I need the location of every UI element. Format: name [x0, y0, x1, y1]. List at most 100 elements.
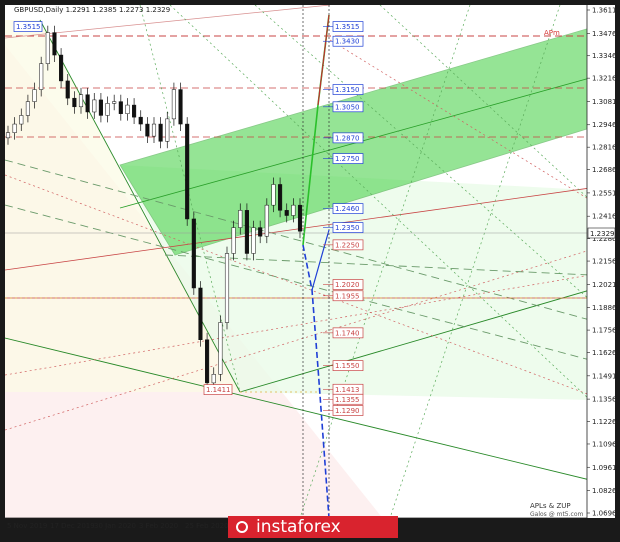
candle-body — [238, 210, 243, 228]
candle-body — [125, 104, 130, 114]
level-tag-label: 1.3050 — [335, 103, 360, 111]
y-tick-label: 1.1226 — [592, 418, 617, 426]
y-tick-label: 1.2686 — [592, 166, 617, 174]
banner-text: instaforex — [256, 517, 341, 537]
y-tick-label: 1.2551 — [592, 189, 617, 197]
y-tick-label: 1.2816 — [592, 144, 617, 152]
x-tick-label: 5 Nov 2019 — [7, 522, 47, 530]
level-tag-label: 1.3430 — [335, 38, 360, 46]
candle-body — [72, 97, 77, 108]
candle-body — [19, 115, 24, 125]
candle-body — [158, 123, 163, 142]
x-tick-label: 3 Feb 2020 — [139, 522, 178, 530]
apm-label: APm — [544, 29, 560, 37]
y-tick-label: 1.2021 — [592, 281, 617, 289]
y-tick-label: 1.2156 — [592, 258, 617, 266]
candle-body — [258, 227, 263, 237]
y-tick-label: 1.2946 — [592, 121, 617, 129]
candle-body — [191, 218, 196, 289]
candle-body — [39, 63, 44, 90]
level-tag-label: 1.1740 — [335, 329, 360, 337]
candle-body — [52, 32, 57, 56]
candle-body — [205, 339, 210, 384]
y-tick-label: 1.3476 — [592, 30, 617, 38]
candle-body — [45, 32, 50, 64]
level-tag-label: 1.2460 — [335, 205, 360, 213]
candle-body — [138, 116, 143, 125]
level-tag-label: 1.1290 — [335, 407, 360, 415]
x-ticks-group: 5 Nov 2019 17 Dec 2019 30 Jan 2020 3 Feb 20… — [7, 522, 229, 530]
candle-body — [171, 89, 176, 120]
candle-body — [98, 99, 103, 116]
y-tick-label: 1.3081 — [592, 98, 617, 106]
candle-body — [244, 210, 249, 254]
candle-body — [211, 374, 216, 384]
candle-body — [92, 99, 97, 113]
candle-body — [291, 204, 296, 216]
candle-body — [218, 322, 223, 375]
x-tick-label: 17 Dec 2019 — [50, 522, 95, 530]
level-tag-label: 1.1355 — [335, 396, 360, 404]
candle-body — [231, 227, 236, 254]
y-tick-label: 1.1756 — [592, 327, 617, 335]
level-tag-label: 1.1550 — [335, 362, 360, 370]
y-tick-label: 1.1096 — [592, 440, 617, 448]
candle-body — [284, 210, 289, 216]
level-tag-label: 1.2870 — [335, 134, 360, 142]
high-tag-label: 1.3515 — [16, 23, 41, 31]
symbol-header: GBPUSD,Daily 1.2291 1.2385 1.2273 1.2329 — [14, 6, 170, 14]
candle-body — [112, 101, 117, 104]
y-tick-label: 1.2416 — [592, 213, 617, 221]
candle-body — [12, 123, 17, 133]
x-tick-label: 30 Jan 2020 — [94, 522, 136, 530]
candle-body — [264, 204, 269, 237]
y-tick-label: 1.0961 — [592, 464, 617, 472]
level-tag-label: 1.2020 — [335, 281, 360, 289]
candle-body — [65, 80, 70, 99]
y-tick-label: 1.1626 — [592, 349, 617, 357]
candle-body — [118, 101, 123, 114]
level-tag-label: 1.3515 — [335, 23, 360, 31]
y-tick-label: 1.3216 — [592, 75, 617, 83]
candle-body — [59, 54, 64, 82]
y-tick-label: 1.0826 — [592, 487, 617, 495]
level-tag-label: 1.2250 — [335, 241, 360, 249]
chart-frame: 1.3515 1.3430 1.3150 1.3050 1.2870 1.2750 1.24… — [0, 0, 620, 542]
candle-body — [85, 94, 90, 113]
x-tick-label: 25 Feb 2020 — [185, 522, 229, 530]
level-tag-label: 1.3150 — [335, 86, 360, 94]
candle-body — [165, 118, 170, 142]
candle-body — [278, 184, 283, 211]
candle-body — [151, 123, 157, 137]
level-tag-label: 1.1413 — [335, 386, 360, 394]
y-tick-label: 1.3611 — [592, 7, 617, 15]
candle-body — [224, 253, 230, 323]
candle-body — [145, 123, 150, 137]
current-price-label: 1.2329 — [590, 230, 615, 238]
candle-body — [25, 101, 30, 116]
candle-body — [178, 89, 183, 125]
candle-body — [5, 132, 11, 139]
y-tick-label: 1.1886 — [592, 304, 617, 312]
y-tick-label: 1.3346 — [592, 52, 617, 60]
watermark-label: APLs & ZUP — [530, 502, 571, 510]
instaforex-logo-icon — [236, 521, 248, 533]
candle-body — [297, 204, 303, 232]
chart-svg: 1.3515 1.3430 1.3150 1.3050 1.2870 1.2750 1.24… — [5, 5, 617, 530]
candle-body — [185, 123, 190, 220]
instaforex-banner: instaforex — [228, 516, 398, 538]
level-tag-label: 1.1955 — [335, 292, 360, 300]
candle-body — [105, 103, 110, 116]
y-tick-label: 1.0696 — [592, 510, 617, 518]
candle-body — [251, 227, 256, 254]
level-tag-label: 1.2350 — [335, 224, 360, 232]
candle-body — [132, 104, 137, 118]
low-tag-label: 1.1411 — [206, 386, 231, 394]
candle-body — [198, 287, 203, 341]
watermark-sub-label: Galos @ mt5.com — [530, 511, 583, 518]
candle-body — [32, 89, 37, 102]
candle-body — [78, 94, 84, 108]
y-tick-label: 1.1356 — [592, 396, 617, 404]
y-tick-label: 1.1491 — [592, 372, 617, 380]
candle-body — [271, 184, 276, 206]
